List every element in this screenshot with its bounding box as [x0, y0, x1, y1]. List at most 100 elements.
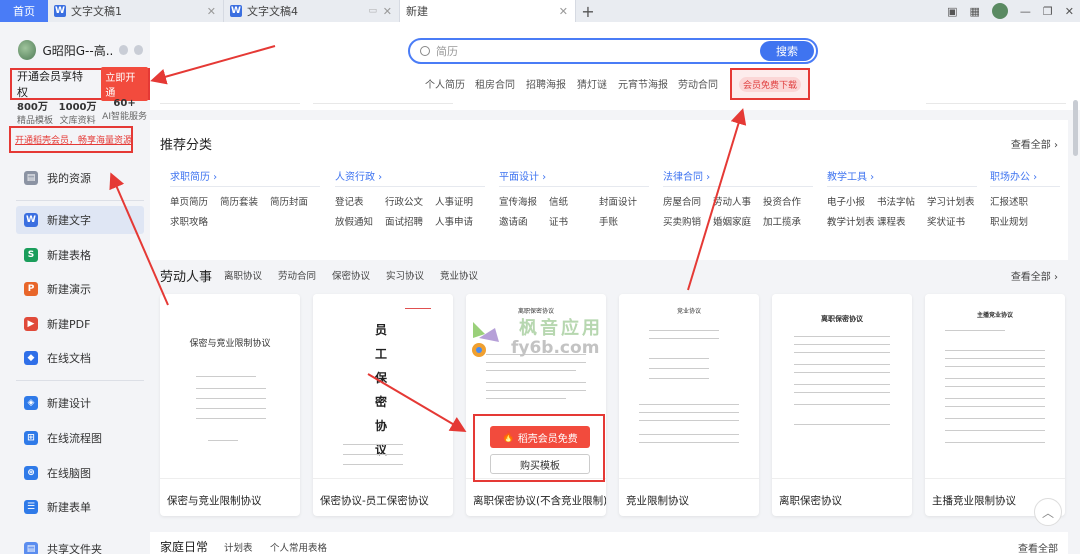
category-legal: 法律合同 › 房屋合同 劳动人事 投资合作 买卖购销 婚姻家庭 加工揽承	[663, 168, 813, 228]
subtab[interactable]: 计划表	[224, 540, 253, 554]
close-window-icon[interactable]: ✕	[1065, 5, 1074, 18]
user-profile[interactable]: G昭阳G--高...	[18, 40, 143, 60]
tab-new[interactable]: 新建 ✕	[400, 0, 576, 22]
minimize-icon[interactable]: —	[1020, 5, 1031, 18]
nav-my-resources[interactable]: ▤ 我的资源	[16, 164, 144, 192]
subtab[interactable]: 竞业协议	[440, 268, 478, 282]
tab-home[interactable]: 首页	[0, 0, 48, 22]
category-item[interactable]: 信纸	[549, 194, 568, 208]
category-item[interactable]: 面试招聘	[385, 214, 423, 228]
subtab[interactable]: 实习协议	[386, 268, 424, 282]
layout-icon[interactable]: ▣	[947, 5, 957, 18]
open-vip-button[interactable]: 立即开通	[101, 67, 148, 101]
tab-document-4[interactable]: W 文字文稿4 ▭ ✕	[224, 0, 400, 22]
avatar[interactable]	[991, 3, 1008, 19]
restore-icon[interactable]: ❐	[1043, 5, 1053, 18]
template-card[interactable]: 离职保密协议 离职保密协议	[772, 294, 912, 516]
hot-tag[interactable]: 租房合同	[475, 76, 515, 91]
nav-online-mindmap[interactable]: ⊛ 在线脑图	[16, 459, 144, 487]
close-icon[interactable]: ✕	[559, 5, 568, 18]
subtab[interactable]: 保密协议	[332, 268, 370, 282]
view-all-link[interactable]: 查看全部	[1018, 540, 1058, 554]
hot-tag[interactable]: 招聘海报	[526, 76, 566, 91]
vip-free-button[interactable]: 🔥 稻壳会员免费	[490, 426, 590, 448]
category-head[interactable]: 职场办公 ›	[990, 172, 1037, 183]
category-item[interactable]: 简历封面	[270, 194, 308, 208]
category-head[interactable]: 求职简历 ›	[170, 172, 217, 183]
avatar[interactable]	[18, 40, 37, 60]
nav-new-spreadsheet[interactable]: S 新建表格	[16, 241, 144, 269]
watermark-url: fy6b.com	[511, 338, 600, 358]
category-item[interactable]: 房屋合同	[663, 194, 701, 208]
category-item[interactable]: 电子小报	[827, 194, 865, 208]
category-item[interactable]: 教学计划表	[827, 214, 875, 228]
category-head[interactable]: 教学工具 ›	[827, 172, 874, 183]
category-item[interactable]: 汇报述职	[990, 194, 1028, 208]
category-item[interactable]: 课程表	[877, 214, 906, 228]
category-head[interactable]: 人资行政 ›	[335, 172, 382, 183]
hot-tag[interactable]: 元宵节海报	[618, 76, 668, 91]
nav-new-presentation[interactable]: P 新建演示	[16, 275, 144, 303]
close-icon[interactable]: ✕	[207, 5, 216, 18]
preview-title: 离职保密协议	[821, 315, 863, 323]
hot-tag[interactable]: 个人简历	[425, 76, 465, 91]
category-item[interactable]: 加工揽承	[763, 214, 801, 228]
nav-online-doc[interactable]: ◆ 在线文档	[16, 344, 144, 372]
nav-new-writer[interactable]: W 新建文字	[16, 206, 144, 234]
category-item[interactable]: 人事申请	[435, 214, 473, 228]
subtab[interactable]: 个人常用表格	[270, 540, 327, 554]
category-item[interactable]: 邀请函	[499, 214, 528, 228]
category-item[interactable]: 书法字帖	[877, 194, 915, 208]
subtab[interactable]: 离职协议	[224, 268, 262, 282]
search-button[interactable]: 搜索	[760, 41, 814, 61]
writer-icon: W	[54, 5, 66, 17]
hot-tag-vip-free[interactable]: 会员免费下载	[738, 76, 801, 92]
comment-icon[interactable]: ▭	[368, 6, 377, 16]
category-head[interactable]: 平面设计 ›	[499, 172, 546, 183]
category-item[interactable]: 学习计划表	[927, 194, 975, 208]
category-item[interactable]: 封面设计	[599, 194, 637, 208]
search-input[interactable]: 简历 搜索	[408, 38, 818, 64]
scroll-top-icon[interactable]: ︿	[1034, 498, 1062, 526]
hot-tag[interactable]: 猜灯谜	[577, 76, 607, 91]
scrollbar[interactable]	[1073, 100, 1078, 156]
template-card[interactable]: 主播竞业协议 主播竞业限制协议	[925, 294, 1065, 516]
category-item[interactable]: 投资合作	[763, 194, 801, 208]
grid-icon[interactable]: ▦	[970, 5, 980, 18]
nav-new-form[interactable]: ☰ 新建表单	[16, 493, 144, 521]
docer-vip-link[interactable]: 开通稻壳会员，畅享海量资源	[15, 133, 132, 146]
buy-template-button[interactable]: 购买模板	[490, 454, 590, 474]
category-item[interactable]: 证书	[549, 214, 568, 228]
template-card[interactable]: 竞业协议 竞业限制协议	[619, 294, 759, 516]
hot-tag[interactable]: 劳动合同	[678, 76, 718, 91]
category-head[interactable]: 法律合同 ›	[663, 172, 710, 183]
category-item[interactable]: 宣传海报	[499, 194, 537, 208]
category-item[interactable]: 劳动人事	[713, 194, 751, 208]
category-item[interactable]: 放假通知	[335, 214, 373, 228]
category-item[interactable]: 登记表	[335, 194, 364, 208]
template-preview: 员工保密协议	[313, 294, 453, 479]
template-card[interactable]: 员工保密协议 保密协议-员工保密协议	[313, 294, 453, 516]
nav-shared-folder[interactable]: ▤ 共享文件夹	[16, 535, 144, 554]
category-item[interactable]: 婚姻家庭	[713, 214, 751, 228]
category-item[interactable]: 单页简历	[170, 194, 208, 208]
template-card[interactable]: 保密与竞业限制协议 保密与竞业限制协议	[160, 294, 300, 516]
category-item[interactable]: 求职攻略	[170, 214, 208, 228]
tab-document-1[interactable]: W 文字文稿1 ✕	[48, 0, 224, 22]
spreadsheet-icon: S	[24, 248, 38, 262]
category-item[interactable]: 买卖购销	[663, 214, 701, 228]
category-item[interactable]: 职业规划	[990, 214, 1028, 228]
nav-new-design[interactable]: ◈ 新建设计	[16, 389, 144, 417]
new-tab-plus-icon[interactable]: +	[576, 0, 600, 22]
close-icon[interactable]: ✕	[383, 5, 392, 18]
category-item[interactable]: 简历套装	[220, 194, 258, 208]
category-item[interactable]: 手账	[599, 214, 618, 228]
view-all-link[interactable]: 查看全部 ›	[1011, 268, 1058, 283]
subtab[interactable]: 劳动合同	[278, 268, 316, 282]
nav-new-pdf[interactable]: ▶ 新建PDF	[16, 310, 144, 338]
category-item[interactable]: 人事证明	[435, 194, 473, 208]
view-all-link[interactable]: 查看全部 ›	[1011, 136, 1058, 151]
category-item[interactable]: 行政公文	[385, 194, 423, 208]
nav-online-flowchart[interactable]: ⊞ 在线流程图	[16, 424, 144, 452]
category-item[interactable]: 奖状证书	[927, 214, 965, 228]
